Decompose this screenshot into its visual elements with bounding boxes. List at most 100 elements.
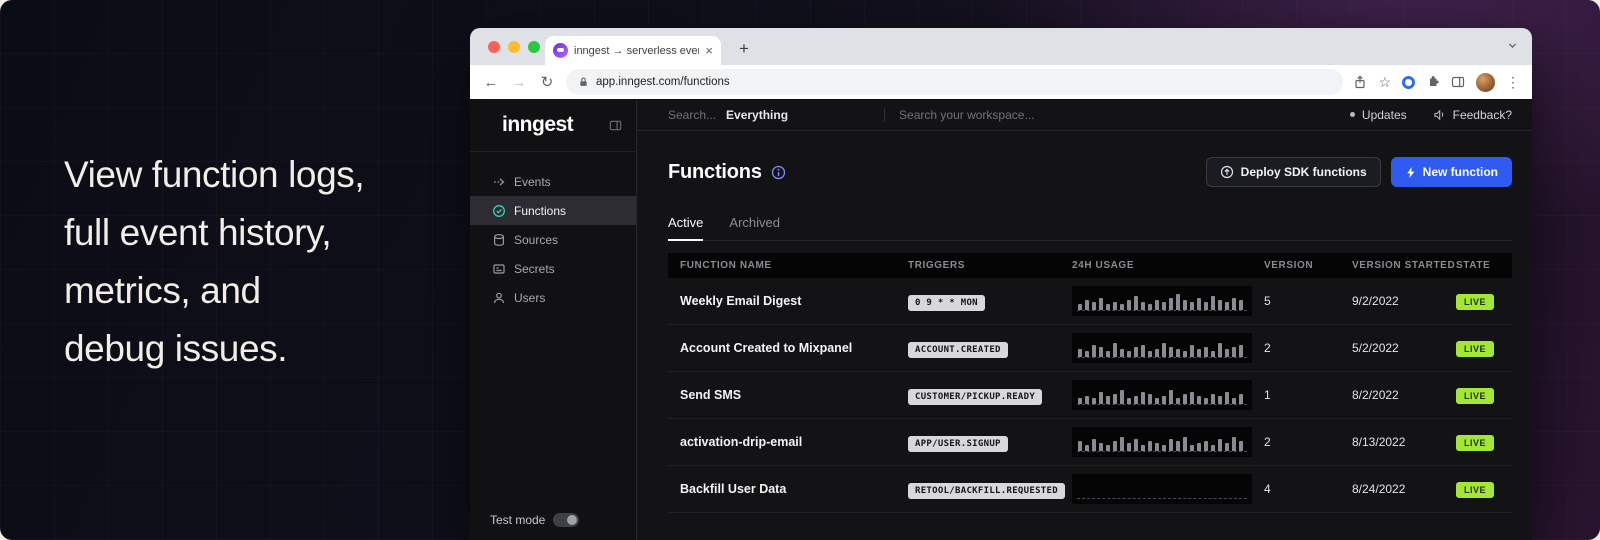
minimize-window-button[interactable] [508, 41, 520, 53]
usage-bar [1162, 445, 1166, 451]
version-started-cell: 5/2/2022 [1352, 339, 1456, 357]
sidebar-item-sources[interactable]: Sources [470, 225, 636, 254]
hero-text: View function logs, full event history, … [64, 146, 494, 378]
version-started-cell: 9/2/2022 [1352, 292, 1456, 310]
info-icon[interactable] [771, 165, 786, 180]
sidebar-item-secrets[interactable]: Secrets [470, 254, 636, 283]
table-row[interactable]: Send SMSCUSTOMER/PICKUP.READY18/2/2022LI… [668, 372, 1512, 419]
version-cell: 1 [1264, 386, 1352, 404]
trigger-badge: RETOOL/BACKFILL.REQUESTED [908, 483, 1065, 499]
usage-bar [1106, 351, 1110, 357]
version-started-value: 5/2/2022 [1352, 341, 1399, 355]
column-header: 24H USAGE [1072, 260, 1264, 271]
version-value: 4 [1264, 482, 1271, 496]
table-row[interactable]: activation-drip-emailAPP/USER.SIGNUP28/1… [668, 419, 1512, 466]
back-icon[interactable]: ← [482, 74, 500, 91]
test-mode-toggle[interactable] [553, 513, 579, 527]
sidebar-collapse-icon[interactable] [609, 119, 622, 132]
browser-tab-strip: inngest → serverless event-dri... × + [470, 28, 1532, 65]
usage-bar [1162, 396, 1166, 404]
usage-bar [1211, 394, 1215, 404]
trigger-badge: APP/USER.SIGNUP [908, 436, 1008, 452]
updates-label: Updates [1362, 108, 1407, 122]
table-row[interactable]: Weekly Email Digest0 9 * * MON59/2/2022L… [668, 278, 1512, 325]
function-name-cell: Backfill User Data [668, 480, 908, 498]
usage-bar [1190, 445, 1194, 451]
usage-bar [1099, 347, 1103, 357]
sidebar-item-events[interactable]: Events [470, 167, 636, 196]
table-row[interactable]: Backfill User DataRETOOL/BACKFILL.REQUES… [668, 466, 1512, 513]
usage-bar [1190, 302, 1194, 310]
browser-tab[interactable]: inngest → serverless event-dri... × [545, 36, 721, 65]
table-body: Weekly Email Digest0 9 * * MON59/2/2022L… [668, 278, 1512, 513]
usage-bar [1169, 390, 1173, 404]
extensions-puzzle-icon[interactable] [1426, 75, 1440, 89]
kebab-menu-icon[interactable]: ⋮ [1506, 74, 1520, 91]
tab-archived[interactable]: Archived [729, 215, 780, 240]
browser-window: inngest → serverless event-dri... × + ← … [470, 28, 1532, 540]
bookmark-star-icon[interactable]: ☆ [1378, 74, 1391, 91]
workspace-search-input[interactable]: Search your workspace... [899, 108, 1034, 122]
refresh-icon[interactable]: ↻ [538, 73, 556, 91]
usage-bar [1092, 439, 1096, 451]
usage-bar [1204, 398, 1208, 404]
version-started-value: 9/2/2022 [1352, 294, 1399, 308]
events-icon [492, 175, 506, 189]
feedback-link[interactable]: Feedback? [1433, 108, 1512, 122]
avatar[interactable] [1476, 73, 1495, 92]
state-cell: LIVE [1456, 480, 1512, 498]
usage-cell [1072, 474, 1264, 504]
search-scope[interactable]: Everything [726, 108, 788, 122]
header-actions: Deploy SDK functions New function [1206, 157, 1512, 187]
hero-line: debug issues. [64, 320, 494, 378]
usage-bar [1232, 398, 1236, 404]
version-cell: 2 [1264, 339, 1352, 357]
usage-bar [1197, 443, 1201, 451]
usage-bar [1078, 398, 1082, 404]
zoom-window-button[interactable] [528, 41, 540, 53]
updates-link[interactable]: Updates [1350, 108, 1407, 122]
window-controls [488, 41, 540, 53]
deploy-sdk-button[interactable]: Deploy SDK functions [1206, 157, 1381, 187]
usage-bar [1155, 398, 1159, 404]
usage-bar [1148, 351, 1152, 357]
usage-bar [1134, 439, 1138, 451]
url-bar[interactable]: app.inngest.com/functions [566, 69, 1343, 95]
marketing-card: View function logs, full event history, … [0, 0, 1600, 540]
logo-row: inngest [470, 99, 636, 152]
usage-bar [1127, 443, 1131, 451]
new-tab-button[interactable]: + [732, 37, 756, 61]
usage-bar [1113, 302, 1117, 310]
usage-sparkline [1072, 286, 1252, 316]
trigger-badge: CUSTOMER/PICKUP.READY [908, 389, 1042, 405]
tab-title: inngest → serverless event-dri... [574, 45, 699, 57]
functions-table: FUNCTION NAMETRIGGERS24H USAGEVERSIONVER… [668, 253, 1512, 513]
tab-active[interactable]: Active [668, 215, 703, 241]
sidebar-item-functions[interactable]: Functions [470, 196, 636, 225]
share-icon[interactable] [1353, 75, 1367, 89]
usage-bar [1162, 302, 1166, 310]
close-window-button[interactable] [488, 41, 500, 53]
deploy-icon [1220, 165, 1234, 179]
usage-bar [1120, 437, 1124, 451]
usage-bar [1218, 300, 1222, 310]
extension-blue-icon[interactable] [1402, 76, 1415, 89]
feedback-label: Feedback? [1453, 108, 1512, 122]
usage-bar [1218, 439, 1222, 451]
sidebar-item-users[interactable]: Users [470, 283, 636, 312]
new-function-button[interactable]: New function [1391, 157, 1512, 187]
tab-close-icon[interactable]: × [705, 43, 713, 58]
search-trigger[interactable]: Search... [668, 108, 716, 122]
function-name: Send SMS [680, 388, 741, 402]
table-row[interactable]: Account Created to MixpanelACCOUNT.CREAT… [668, 325, 1512, 372]
forward-icon[interactable]: → [510, 74, 528, 91]
function-name: activation-drip-email [680, 435, 802, 449]
function-name: Weekly Email Digest [680, 294, 801, 308]
chevron-down-icon[interactable] [1507, 38, 1518, 56]
usage-bar [1120, 304, 1124, 310]
deploy-label: Deploy SDK functions [1241, 165, 1367, 179]
side-panel-icon[interactable] [1451, 75, 1465, 89]
usage-bar [1211, 351, 1215, 357]
column-header: VERSION [1264, 260, 1352, 271]
usage-bar [1176, 441, 1180, 451]
